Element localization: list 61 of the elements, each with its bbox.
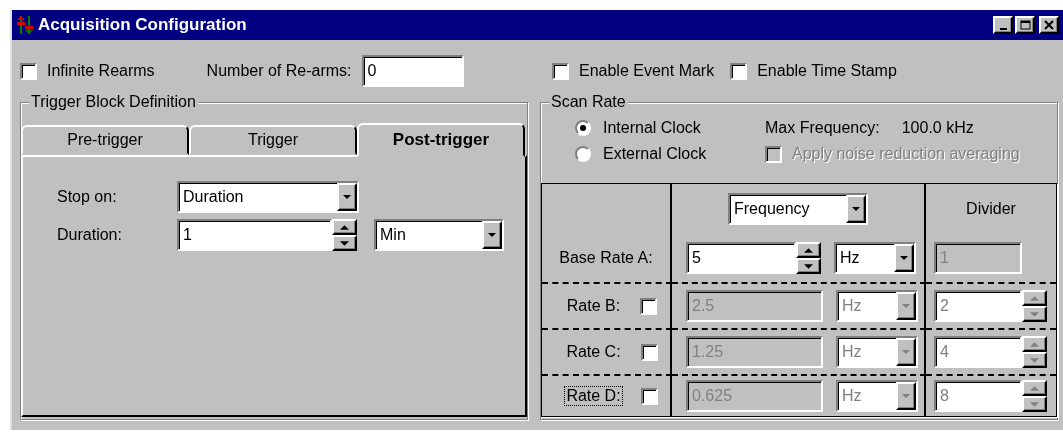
checkbox[interactable]: [640, 387, 658, 405]
radio-button[interactable]: [575, 146, 591, 162]
dropdown[interactable]: Hz: [836, 290, 918, 322]
spinner[interactable]: [1022, 380, 1047, 412]
caret-icon: [902, 304, 910, 308]
maximize-icon: [1019, 20, 1031, 30]
checkbox-label: Apply noise reduction averaging: [792, 145, 1020, 163]
arrows-icon: [16, 15, 34, 35]
caret-icon: [902, 350, 910, 354]
spinner[interactable]: [332, 219, 357, 251]
close-button[interactable]: [1039, 16, 1059, 34]
minimize-button[interactable]: [993, 16, 1013, 34]
checkbox[interactable]: [552, 62, 569, 80]
input-field[interactable]: 8: [934, 380, 1022, 412]
spinner[interactable]: [796, 242, 821, 274]
radio-button[interactable]: [575, 120, 591, 136]
field-label: Stop on:: [57, 188, 118, 206]
caret-icon: [488, 233, 496, 237]
field-label: Number of Re-arms:: [206, 62, 352, 80]
input-field[interactable]: 4: [934, 336, 1022, 368]
checkbox[interactable]: [20, 62, 37, 80]
minimize-icon: [999, 27, 1007, 30]
dropdown[interactable]: Hz: [836, 380, 918, 412]
input-field[interactable]: 1: [177, 219, 332, 251]
column-header: Divider: [966, 200, 1016, 218]
spinner[interactable]: [1022, 290, 1047, 322]
radio-label: Internal Clock: [603, 119, 701, 137]
caret-icon: [852, 207, 860, 211]
checkbox[interactable]: [730, 62, 748, 80]
field-label: Max Frequency:: [765, 119, 880, 137]
dropdown[interactable]: Frequency: [728, 193, 868, 225]
row-label: Rate B:: [565, 296, 622, 316]
caret-icon: [343, 195, 351, 199]
maximize-button[interactable]: [1015, 16, 1035, 34]
checkbox[interactable]: [640, 297, 658, 315]
spinner[interactable]: [1022, 336, 1047, 368]
dropdown[interactable]: Min: [374, 219, 504, 251]
dropdown[interactable]: Hz: [836, 336, 918, 368]
tab[interactable]: Post-trigger: [357, 123, 525, 157]
close-icon: [1044, 20, 1054, 30]
group-title: Trigger Block Definition: [29, 92, 198, 112]
frequency-value: 100.0 kHz: [901, 119, 974, 137]
tab[interactable]: Trigger: [189, 125, 357, 155]
field-label: Duration:: [57, 226, 123, 244]
row-label: Rate C:: [565, 342, 622, 362]
checkbox-label: Enable Time Stamp: [757, 62, 897, 80]
row-label: Rate D:: [564, 386, 623, 406]
checkbox-label: Enable Event Mark: [579, 62, 715, 80]
caret-icon: [902, 394, 910, 398]
input-field[interactable]: 0: [361, 55, 464, 87]
tab[interactable]: Pre-trigger: [21, 125, 189, 155]
row-label: Base Rate A:: [558, 248, 654, 268]
checkbox-label: Infinite Rearms: [47, 62, 155, 80]
dropdown[interactable]: Hz: [834, 242, 916, 274]
window-title: Acquisition Configuration: [38, 15, 247, 35]
input-field[interactable]: 2: [934, 290, 1022, 322]
dropdown[interactable]: Duration: [177, 181, 359, 213]
checkbox[interactable]: [640, 343, 658, 361]
input-field[interactable]: 5: [686, 242, 796, 274]
radio-label: External Clock: [603, 145, 707, 163]
caret-icon: [900, 256, 908, 260]
